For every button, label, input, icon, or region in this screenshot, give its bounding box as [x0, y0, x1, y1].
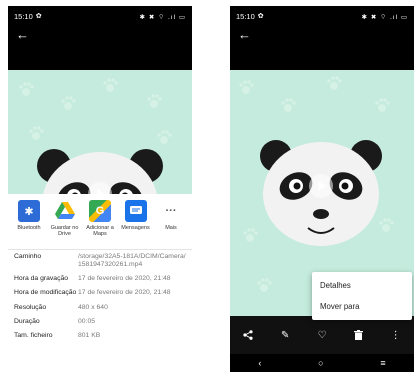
more-vert-icon[interactable]: ⋮	[388, 330, 404, 341]
share-icon[interactable]	[240, 330, 256, 340]
info-value: 17 de fevereiro de 2020, 21:48	[78, 289, 171, 297]
info-value: 801 KB	[78, 331, 101, 339]
bluetooth-icon: ✱	[18, 200, 40, 222]
settings-gear-icon: ✿	[35, 13, 42, 20]
edit-icon[interactable]: ✎	[277, 330, 293, 341]
bottom-toolbar: ✎ ♡ ⋮	[230, 316, 414, 354]
file-info-list: Caminho /storage/32A5-181A/DCIM/Camera/1…	[8, 250, 192, 349]
share-label: Mais	[165, 225, 177, 231]
share-item-messages[interactable]: Mensagens	[121, 200, 151, 249]
info-key: Caminho	[14, 253, 42, 260]
info-key: Hora de modificação	[14, 289, 77, 297]
phone-screen-details: 15:10 ✿ ✱ ✖ ⌔ .ıl ▭ ← ✱ Bluetooth Guarda…	[8, 6, 192, 372]
delete-icon[interactable]	[351, 330, 367, 340]
back-arrow-icon[interactable]: ←	[16, 28, 29, 41]
drive-icon	[54, 200, 76, 222]
info-row-resolution: Resolução 480 x 640	[14, 304, 186, 312]
share-item-drive[interactable]: Guardar no Drive	[50, 200, 80, 249]
info-value: /storage/32A5-181A/DCIM/Camera/158194732…	[78, 253, 186, 269]
nav-recents-icon[interactable]: ≡	[380, 358, 385, 368]
messages-icon	[124, 200, 147, 222]
status-bar: 15:10 ✿ ✱ ✖ ⌔ .ıl ▭	[8, 6, 192, 26]
share-label: Guardar no Drive	[50, 225, 79, 238]
info-row-size: Tam. ficheiro 801 KB	[14, 332, 186, 340]
system-nav-bar: ‹ ○ ≡	[230, 354, 414, 372]
status-bar: 15:10 ✿ ✱ ✖ ⌔ .ıl ▭	[230, 6, 414, 26]
share-item-more[interactable]: ··· Mais	[156, 200, 186, 249]
share-label: Mensagens	[121, 225, 150, 231]
info-value: 480 x 640	[78, 303, 108, 311]
info-key: Hora da gravação	[14, 275, 69, 283]
share-item-maps[interactable]: G Adicionar a Maps	[85, 200, 115, 249]
settings-gear-icon: ✿	[257, 13, 264, 20]
favorite-icon[interactable]: ♡	[314, 330, 330, 341]
nav-home-icon[interactable]: ○	[318, 358, 323, 368]
details-sheet: ✱ Bluetooth Guardar no Drive G Adicionar…	[8, 194, 192, 372]
status-time: 15:10	[236, 11, 255, 21]
share-label: Adicionar a Maps	[86, 225, 114, 238]
status-time: 15:10	[14, 11, 33, 21]
share-row: ✱ Bluetooth Guardar no Drive G Adicionar…	[8, 194, 192, 250]
overflow-menu: Detalhes Mover para	[312, 272, 412, 320]
info-key: Duração	[14, 317, 40, 325]
maps-icon: G	[89, 200, 111, 222]
info-value: 00:05	[78, 317, 96, 325]
info-value: 17 de fevereiro de 2020, 21:48	[78, 275, 171, 283]
info-row-duration: Duração 00:05	[14, 318, 186, 326]
info-row-path: Caminho /storage/32A5-181A/DCIM/Camera/1…	[14, 253, 186, 269]
back-arrow-icon[interactable]: ←	[238, 28, 251, 41]
phone-screen-menu: 15:10 ✿ ✱ ✖ ⌔ .ıl ▭ ← ✎ ♡ ⋮ ‹ ○ ≡ Detalh…	[230, 6, 414, 372]
more-icon: ···	[165, 205, 177, 217]
info-row-modified: Hora de modificação 17 de fevereiro de 2…	[14, 289, 186, 297]
nav-back-icon[interactable]: ‹	[258, 358, 261, 368]
info-key: Resolução	[14, 303, 47, 311]
info-key: Tam. ficheiro	[14, 331, 53, 339]
menu-item-move-to[interactable]: Mover para	[312, 296, 412, 317]
status-icons: ✱ ✖ ⌔ .ıl ▭	[139, 13, 186, 21]
menu-item-details[interactable]: Detalhes	[312, 275, 412, 296]
status-icons: ✱ ✖ ⌔ .ıl ▭	[361, 13, 408, 21]
play-button[interactable]	[309, 174, 333, 198]
share-label: Bluetooth	[17, 225, 41, 231]
share-item-bluetooth[interactable]: ✱ Bluetooth	[14, 200, 44, 249]
info-row-recorded: Hora da gravação 17 de fevereiro de 2020…	[14, 275, 186, 283]
